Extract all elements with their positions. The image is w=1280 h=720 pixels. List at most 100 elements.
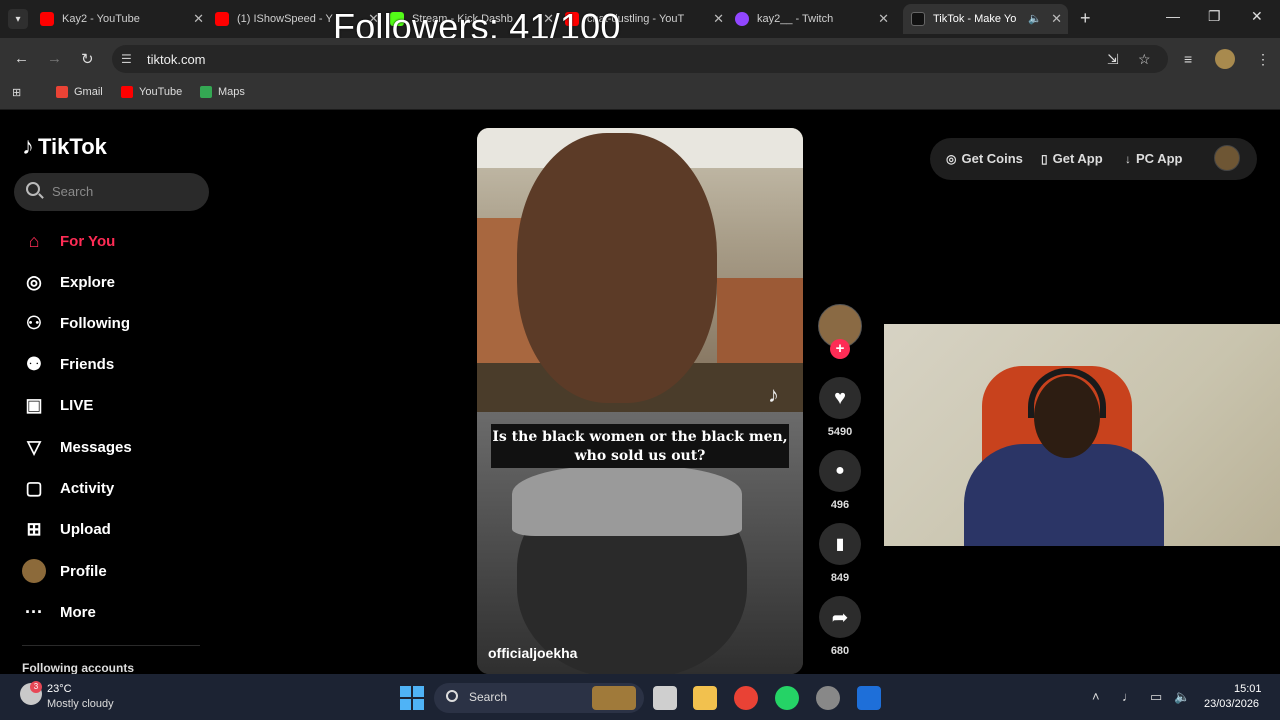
weather-temperature[interactable]: 23°C: [47, 683, 72, 695]
bookmark-star-icon[interactable]: ☆: [1138, 51, 1151, 68]
nav-upload[interactable]: ⊞ Upload: [22, 516, 110, 542]
nav-following[interactable]: ⚇ Following: [22, 310, 130, 336]
nav-activity[interactable]: ▢ Activity: [22, 475, 114, 501]
clock-date[interactable]: 23/03/2026: [1204, 698, 1259, 710]
close-window-icon[interactable]: ✕: [1251, 8, 1263, 25]
tab-twitch[interactable]: kay2__ - Twitch ✕: [735, 4, 895, 34]
nav-friends[interactable]: ⚉ Friends: [22, 351, 114, 377]
live-icon: ▣: [25, 395, 43, 415]
search-placeholder: Search: [52, 184, 94, 199]
home-icon: ⌂: [28, 231, 40, 251]
gmail-icon: [56, 86, 68, 98]
save-count: 849: [830, 572, 850, 584]
get-coins-button[interactable]: ◎ Get Coins: [946, 151, 1023, 166]
nav-for-you[interactable]: ⌂ For You: [22, 228, 116, 254]
bookmarks-bar: [0, 80, 1280, 110]
close-icon[interactable]: ✕: [878, 11, 889, 27]
like-count: 5490: [827, 426, 853, 438]
comment-button[interactable]: ●: [819, 450, 861, 492]
install-app-icon[interactable]: ⇲: [1107, 51, 1119, 68]
bookmark-maps[interactable]: Maps: [200, 86, 245, 98]
microphone-icon[interactable]: ♩: [1122, 689, 1135, 704]
windows-logo-part: [413, 686, 424, 697]
get-app-button[interactable]: ▯ Get App: [1041, 151, 1103, 166]
maps-icon: [200, 86, 212, 98]
twitch-icon: [735, 12, 749, 26]
tiktok-watermark-icon: ♪: [768, 382, 779, 407]
user-avatar[interactable]: [1214, 145, 1240, 171]
forward-icon[interactable]: →: [47, 50, 62, 67]
video-author[interactable]: officialjoekha: [488, 645, 577, 661]
video-player[interactable]: [477, 128, 803, 674]
nav-more[interactable]: ··· More: [22, 599, 96, 625]
nav-explore[interactable]: ◎ Explore: [22, 269, 115, 295]
apps-grid-icon[interactable]: ⊞: [12, 86, 21, 99]
app-icon[interactable]: [857, 686, 881, 710]
clock-time[interactable]: 15:01: [1234, 683, 1262, 695]
back-icon[interactable]: ←: [14, 50, 29, 67]
tiktok-icon: [911, 12, 925, 26]
reload-icon[interactable]: ↻: [81, 50, 94, 68]
share-count: 680: [830, 645, 850, 657]
friends-icon: ⚉: [25, 354, 43, 374]
minimize-icon[interactable]: —: [1166, 8, 1180, 24]
menu-dots-icon[interactable]: ⋮: [1256, 51, 1270, 68]
url-text[interactable]: tiktok.com: [147, 52, 206, 67]
task-view-icon[interactable]: [653, 686, 677, 710]
close-icon[interactable]: ✕: [1051, 11, 1062, 27]
new-tab-button[interactable]: +: [1080, 8, 1091, 29]
compass-icon: ◎: [26, 272, 42, 292]
save-button[interactable]: ▮: [819, 523, 861, 565]
like-button[interactable]: ♥: [819, 377, 861, 419]
obs-icon[interactable]: [816, 686, 840, 710]
user-follow-icon: ⚇: [25, 313, 43, 333]
file-explorer-icon[interactable]: [693, 686, 717, 710]
search-input[interactable]: [14, 173, 209, 211]
tiktok-logo[interactable]: ♪ TikTok: [22, 133, 107, 161]
chrome-icon[interactable]: [734, 686, 758, 710]
weather-badge: 3: [30, 681, 42, 693]
windows-logo-part: [400, 699, 411, 710]
tab-search-button[interactable]: ▾: [8, 9, 28, 29]
avatar: [22, 559, 46, 583]
maximize-icon[interactable]: ❐: [1208, 8, 1221, 25]
address-bar[interactable]: [112, 45, 1168, 73]
search-icon: [446, 690, 458, 702]
nav-profile[interactable]: Profile: [22, 558, 107, 584]
download-icon: ↓: [1125, 151, 1131, 166]
upload-icon: ⊞: [26, 519, 42, 539]
send-icon: ▽: [27, 437, 41, 457]
nav-live[interactable]: ▣ LIVE: [22, 392, 93, 418]
video-person-cap: [512, 466, 742, 536]
bookmark-youtube[interactable]: YouTube: [121, 86, 182, 98]
whatsapp-icon[interactable]: [775, 686, 799, 710]
close-icon[interactable]: ✕: [713, 11, 724, 27]
youtube-icon: [40, 12, 54, 26]
tab-kay2-youtube[interactable]: Kay2 - YouTube ✕: [40, 4, 210, 34]
close-icon[interactable]: ✕: [193, 11, 204, 27]
sidebar-divider: [22, 645, 200, 646]
video-person-face: [517, 133, 717, 403]
share-button[interactable]: ➦: [819, 596, 861, 638]
youtube-icon: [121, 86, 133, 98]
webcam-overlay: [884, 324, 1280, 546]
cast-icon[interactable]: ≡: [1184, 51, 1192, 67]
start-button[interactable]: [400, 686, 424, 710]
tab-tiktok[interactable]: TikTok - Make Yo 🔈 ✕: [903, 4, 1068, 34]
bookmark-gmail[interactable]: Gmail: [56, 86, 103, 98]
volume-icon[interactable]: 🔈: [1174, 689, 1190, 705]
streamer-body: [964, 444, 1164, 546]
weather-description[interactable]: Mostly cloudy: [47, 698, 114, 710]
speaker-icon[interactable]: 🔈: [1028, 12, 1042, 25]
bookmark-icon: ▮: [835, 536, 845, 553]
follow-plus-icon[interactable]: +: [830, 339, 850, 359]
pc-app-button[interactable]: ↓ PC App: [1125, 151, 1182, 166]
nav-messages[interactable]: ▽ Messages: [22, 434, 132, 460]
tray-overflow-icon[interactable]: ˄: [1092, 689, 1100, 704]
activity-icon: ▢: [25, 478, 43, 498]
profile-avatar[interactable]: [1215, 49, 1235, 69]
search-icon: [26, 182, 40, 196]
heart-icon: ♥: [834, 386, 846, 409]
network-icon[interactable]: ▭: [1150, 689, 1162, 705]
site-info-icon[interactable]: ☰: [121, 52, 132, 66]
